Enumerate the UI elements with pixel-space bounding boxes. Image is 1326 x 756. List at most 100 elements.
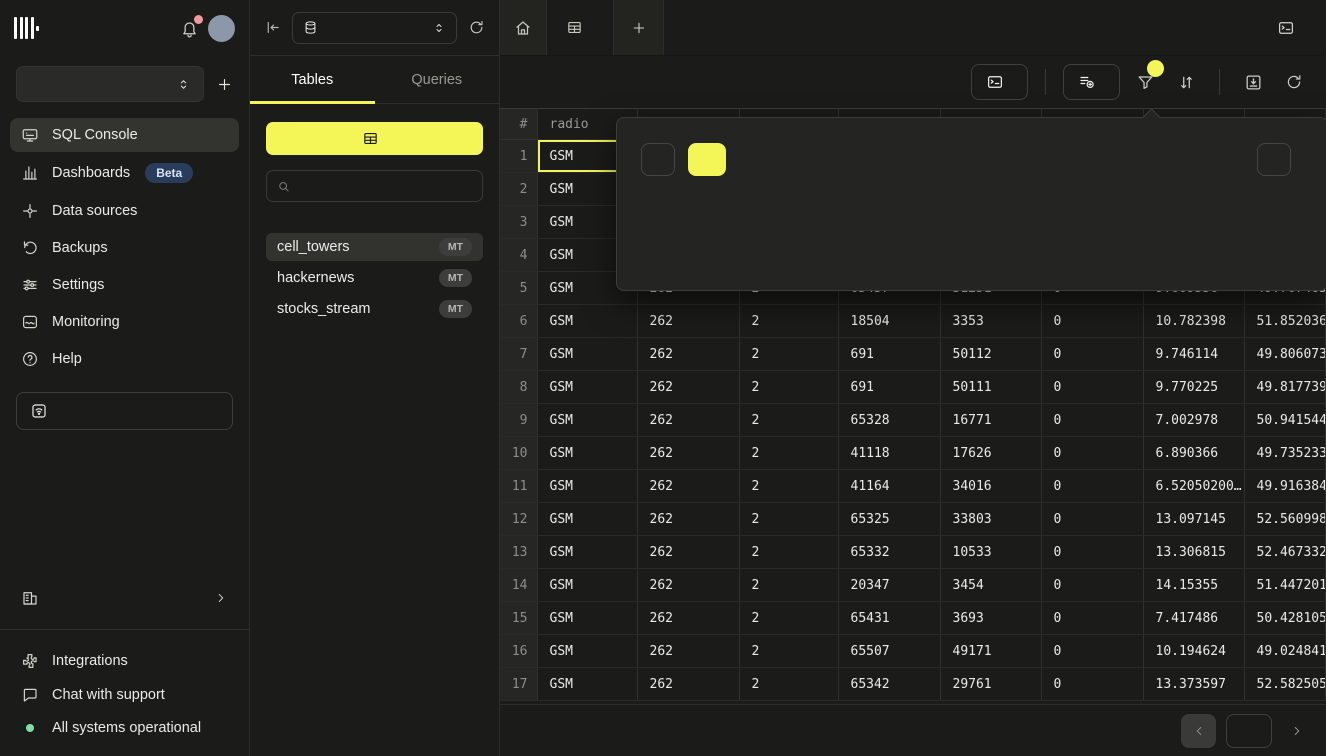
cell[interactable]: 262 — [637, 470, 739, 503]
cell[interactable]: 262 — [637, 371, 739, 404]
cell[interactable]: 2 — [739, 503, 838, 536]
sidebar-item-settings[interactable]: Settings — [10, 268, 239, 302]
refresh-button[interactable] — [1278, 66, 1310, 98]
cell[interactable]: 29761 — [940, 668, 1041, 701]
cell[interactable]: 50.428105 — [1244, 602, 1326, 635]
home-tab[interactable] — [500, 0, 547, 55]
queries-button[interactable] — [1277, 19, 1304, 37]
cell[interactable]: 52.4673325 — [1244, 536, 1326, 569]
cell[interactable]: 262 — [637, 503, 739, 536]
cell[interactable]: 3353 — [940, 305, 1041, 338]
cell[interactable]: GSM — [537, 338, 637, 371]
cell[interactable]: 2 — [739, 668, 838, 701]
current-page[interactable] — [1226, 714, 1272, 748]
add-filter-button[interactable] — [641, 143, 675, 176]
new-table-button[interactable] — [266, 122, 483, 155]
cell[interactable]: 262 — [637, 602, 739, 635]
cell[interactable]: 3454 — [940, 569, 1041, 602]
cell[interactable]: 691 — [838, 371, 940, 404]
cell[interactable]: 49.735233 — [1244, 437, 1326, 470]
sidebar-item-chat-with-support[interactable]: Chat with support — [10, 680, 239, 710]
sidebar-item-all-systems-operational[interactable]: All systems operational — [10, 714, 239, 742]
cell[interactable]: 2 — [739, 635, 838, 668]
notifications-bell-icon[interactable] — [180, 19, 199, 38]
cell[interactable]: 0 — [1041, 437, 1143, 470]
cell[interactable]: 14.15355 — [1143, 569, 1244, 602]
cell[interactable]: 0 — [1041, 602, 1143, 635]
cell[interactable]: GSM — [537, 305, 637, 338]
sidebar-item-integrations[interactable]: Integrations — [10, 646, 239, 676]
cell[interactable]: GSM — [537, 404, 637, 437]
cell[interactable]: 9.746114 — [1143, 338, 1244, 371]
apply-filters-button[interactable] — [688, 143, 726, 176]
cell[interactable]: 65342 — [838, 668, 940, 701]
clear-all-filters-button[interactable] — [1257, 143, 1291, 176]
cell[interactable]: 33803 — [940, 503, 1041, 536]
cell[interactable]: 16771 — [940, 404, 1041, 437]
cell[interactable]: 2 — [739, 569, 838, 602]
cell[interactable]: 0 — [1041, 404, 1143, 437]
cell[interactable]: GSM — [537, 371, 637, 404]
cell[interactable]: 2 — [739, 338, 838, 371]
cell[interactable]: 13.373597 — [1143, 668, 1244, 701]
cell[interactable]: 41164 — [838, 470, 940, 503]
cell[interactable]: 0 — [1041, 371, 1143, 404]
cell[interactable]: 49171 — [940, 635, 1041, 668]
search-resources-input[interactable] — [298, 179, 472, 194]
workspace-select[interactable] — [16, 66, 204, 102]
cell[interactable]: 65431 — [838, 602, 940, 635]
cell[interactable]: 2 — [739, 371, 838, 404]
cell[interactable]: 50112 — [940, 338, 1041, 371]
cell[interactable]: 49.806073 — [1244, 338, 1326, 371]
cell[interactable]: 65507 — [838, 635, 940, 668]
tab-cell-towers[interactable] — [547, 0, 614, 55]
search-resources-box[interactable] — [266, 170, 483, 202]
new-tab-button[interactable] — [614, 0, 664, 55]
cell[interactable]: 2 — [739, 305, 838, 338]
cell[interactable]: 0 — [1041, 668, 1143, 701]
cell[interactable]: 0 — [1041, 470, 1143, 503]
cell[interactable]: 6.890366 — [1143, 437, 1244, 470]
cell[interactable]: 41118 — [838, 437, 940, 470]
connect-button[interactable] — [16, 392, 233, 430]
cell[interactable]: 262 — [637, 668, 739, 701]
cell[interactable]: 20347 — [838, 569, 940, 602]
cell[interactable]: GSM — [537, 602, 637, 635]
cell[interactable]: GSM — [537, 503, 637, 536]
cell[interactable]: 0 — [1041, 503, 1143, 536]
cell[interactable]: 262 — [637, 305, 739, 338]
cell[interactable]: 10533 — [940, 536, 1041, 569]
cell[interactable]: 3693 — [940, 602, 1041, 635]
cell[interactable]: 50.941544 — [1244, 404, 1326, 437]
cell[interactable]: 49.024841 — [1244, 635, 1326, 668]
cell[interactable]: 52.582505 — [1244, 668, 1326, 701]
cell[interactable]: 0 — [1041, 635, 1143, 668]
sidebar-item-backups[interactable]: Backups — [10, 231, 239, 265]
cell[interactable]: 65325 — [838, 503, 940, 536]
insert-row-button[interactable] — [1063, 64, 1120, 100]
cell[interactable]: 34016 — [940, 470, 1041, 503]
avatar[interactable] — [208, 15, 235, 42]
cell[interactable]: 51.447201 — [1244, 569, 1326, 602]
cell[interactable]: 52.560998 — [1244, 503, 1326, 536]
database-select[interactable] — [292, 12, 457, 44]
cell[interactable]: 262 — [637, 338, 739, 371]
cell[interactable]: 0 — [1041, 338, 1143, 371]
cell[interactable]: 262 — [637, 404, 739, 437]
collapse-panel-icon[interactable] — [264, 19, 281, 36]
cell[interactable]: 262 — [637, 569, 739, 602]
table-list-item-cell_towers[interactable]: cell_towersMT — [266, 233, 483, 261]
cell[interactable]: 65328 — [838, 404, 940, 437]
cell[interactable]: 0 — [1041, 536, 1143, 569]
sidebar-item-sql-console[interactable]: SQL Console — [10, 118, 239, 152]
cell[interactable]: GSM — [537, 668, 637, 701]
sort-button[interactable] — [1170, 66, 1202, 98]
cell[interactable]: 262 — [637, 437, 739, 470]
sidebar-item-monitoring[interactable]: Monitoring — [10, 305, 239, 339]
cell[interactable]: 0 — [1041, 569, 1143, 602]
explorer-tab-tables[interactable]: Tables — [250, 56, 375, 103]
cell[interactable]: GSM — [537, 569, 637, 602]
refresh-tables-icon[interactable] — [468, 19, 485, 36]
add-workspace-button[interactable] — [216, 76, 233, 93]
create-query-button[interactable] — [971, 64, 1028, 100]
